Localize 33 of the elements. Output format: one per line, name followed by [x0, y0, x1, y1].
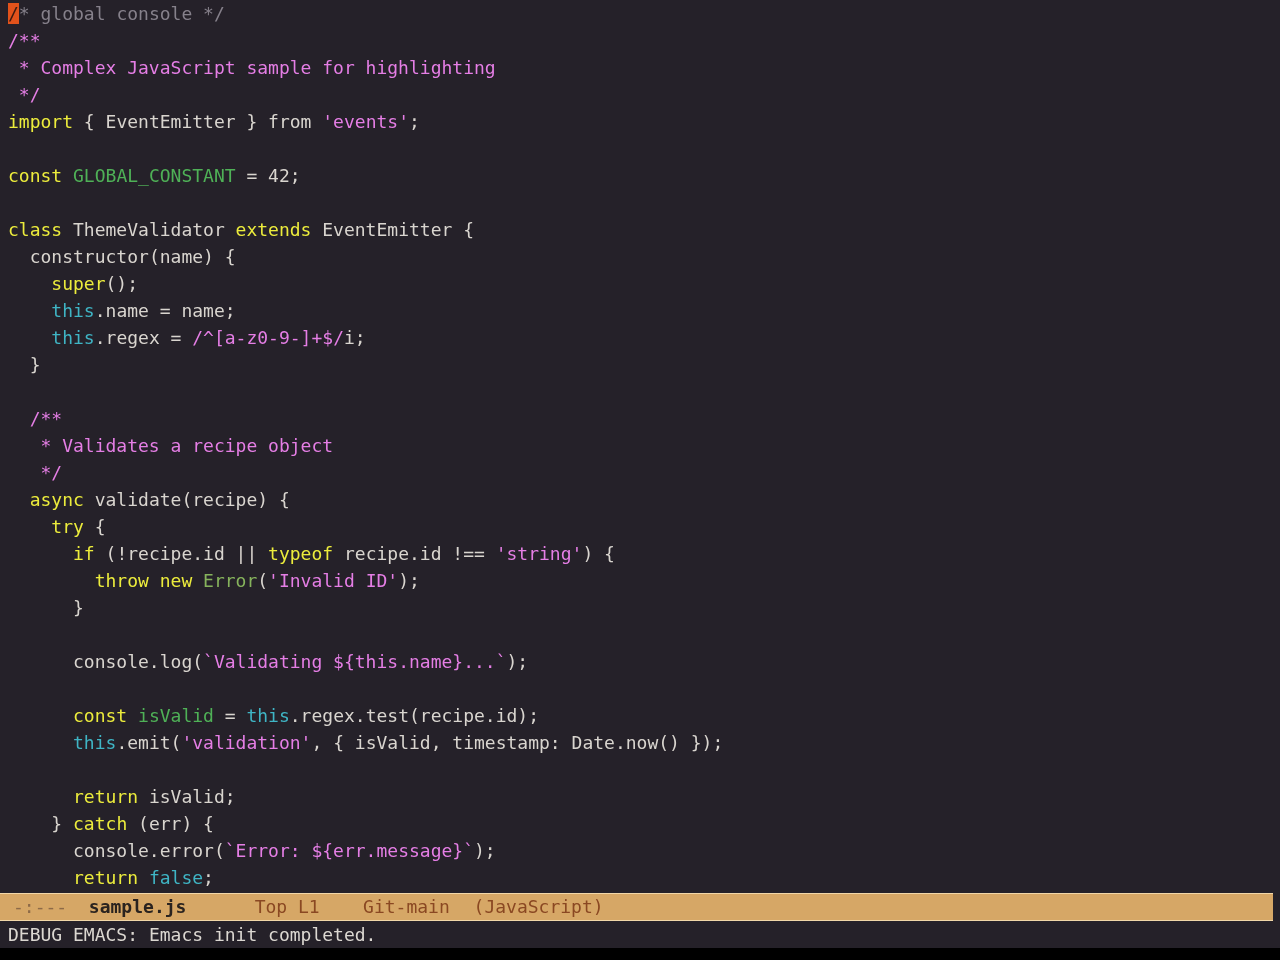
code-line: return isValid;	[73, 785, 236, 809]
code-line: /**	[8, 29, 41, 53]
code-line: this.name = name;	[51, 299, 236, 323]
code-line: * Complex JavaScript sample for highlighting	[18, 56, 496, 80]
cursor-position: Top L1	[254, 895, 320, 919]
code-line: */	[40, 461, 63, 485]
code-line: return false;	[73, 866, 214, 890]
code-line: /**	[29, 407, 63, 431]
code-line: }	[29, 353, 41, 377]
code-line: if (!recipe.id || typeof recipe.id !== 'string') {	[73, 542, 615, 566]
code-line: throw new Error('Invalid ID');	[94, 569, 420, 593]
code-line: constructor(name) {	[29, 245, 236, 269]
code-line: const isValid = this.regex.test(recipe.id);	[73, 704, 540, 728]
code-line: /* global console */	[8, 2, 225, 26]
echo-area-message: DEBUG EMACS: Emacs init completed.	[8, 923, 377, 947]
code-line: this.emit('validation', { isValid, timestamp: Date.now() });	[73, 731, 724, 755]
code-line: import { EventEmitter } from 'events';	[8, 110, 420, 134]
code-line: try {	[51, 515, 106, 539]
code-line: } catch (err) {	[51, 812, 214, 836]
code-line: console.error(`Error: ${err.message}`);	[73, 839, 496, 863]
buffer-name: sample.js	[88, 895, 187, 919]
vc-branch: Git-main	[363, 895, 450, 919]
modified-status: -:---	[13, 895, 68, 919]
code-line: */	[18, 83, 41, 107]
major-mode: (JavaScript)	[473, 895, 604, 919]
code-line: console.log(`Validating ${this.name}...`);	[73, 650, 529, 674]
code-line: super();	[51, 272, 139, 296]
code-line: class ThemeValidator extends EventEmitter {	[8, 218, 474, 242]
code-line: }	[73, 596, 84, 620]
code-line: async validate(recipe) {	[29, 488, 290, 512]
code-line: this.regex = /^[a-z0-9-]+$/i;	[51, 326, 366, 350]
code-line: const GLOBAL_CONSTANT = 42;	[8, 164, 301, 188]
code-line: * Validates a recipe object	[40, 434, 334, 458]
